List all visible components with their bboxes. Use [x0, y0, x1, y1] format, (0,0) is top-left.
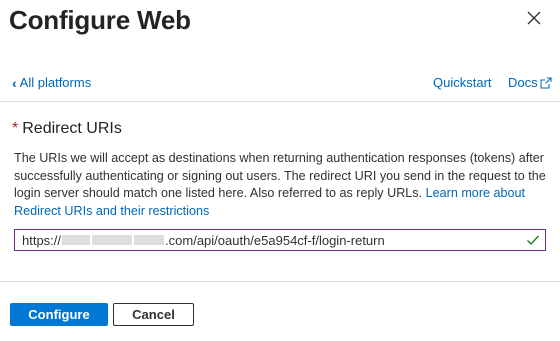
uri-prefix: https:// — [22, 232, 62, 248]
uri-suffix: .com/api/oauth/e5a954cf-f/login-return — [165, 232, 385, 248]
page-title: Configure Web — [9, 5, 191, 35]
footer-divider — [0, 281, 560, 282]
redacted-segment — [92, 235, 133, 245]
docs-label: Docs — [508, 75, 538, 90]
close-button[interactable] — [526, 10, 542, 26]
all-platforms-label: All platforms — [19, 75, 92, 90]
redirect-uris-label: * Redirect URIs — [12, 120, 122, 138]
header-divider — [0, 101, 560, 102]
redirect-uri-input[interactable]: https:// .com/api/oauth/e5a954cf-f/login… — [14, 229, 546, 251]
quickstart-link[interactable]: Quickstart — [433, 75, 492, 90]
all-platforms-link[interactable]: ‹ All platforms — [12, 75, 91, 90]
close-icon — [527, 11, 541, 25]
redirect-uris-title: Redirect URIs — [22, 120, 122, 137]
redacted-segment — [62, 235, 91, 245]
redirect-description: The URIs we will accept as destinations … — [14, 150, 554, 220]
required-marker: * — [12, 120, 19, 137]
chevron-left-icon: ‹ — [12, 74, 17, 91]
docs-link[interactable]: Docs — [508, 75, 552, 90]
cancel-button[interactable]: Cancel — [113, 303, 194, 326]
redacted-segment — [134, 235, 165, 245]
configure-button[interactable]: Configure — [10, 303, 108, 326]
checkmark-icon — [527, 235, 539, 245]
external-link-icon — [540, 77, 552, 88]
